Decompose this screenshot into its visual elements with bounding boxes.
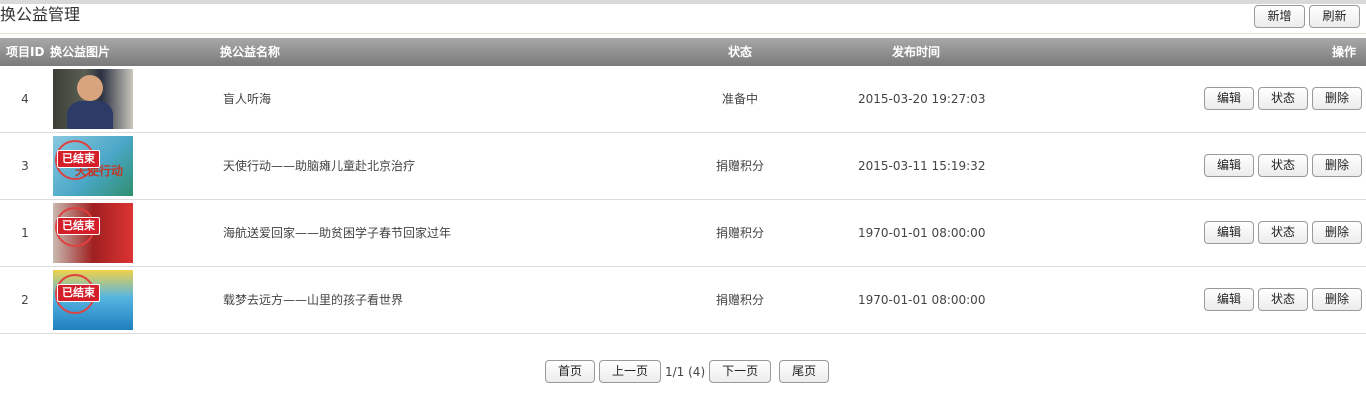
- next-page-button[interactable]: 下一页: [709, 360, 772, 383]
- col-header-time: 发布时间: [892, 45, 941, 59]
- ended-stamp: 已结束: [57, 284, 100, 302]
- edit-button[interactable]: 编辑: [1204, 221, 1254, 244]
- row-id: 2: [21, 293, 29, 307]
- ended-stamp: 已结束: [57, 217, 100, 235]
- col-header-id: 项目ID: [6, 45, 45, 59]
- status-button[interactable]: 状态: [1258, 154, 1308, 177]
- col-header-name: 换公益名称: [220, 45, 281, 59]
- page-title: 换公益管理: [0, 5, 81, 24]
- row-actions: 编辑 状态 删除: [1204, 87, 1362, 111]
- table-row: 3 天使行动 已结束 天使行动——助脑瘫儿童赴北京治疗 捐赠积分 2015-03…: [0, 133, 1366, 200]
- row-actions: 编辑 状态 删除: [1204, 221, 1362, 245]
- delete-button[interactable]: 删除: [1312, 154, 1362, 177]
- status-button[interactable]: 状态: [1258, 288, 1308, 311]
- row-id: 3: [21, 159, 29, 173]
- delete-button[interactable]: 删除: [1312, 221, 1362, 244]
- person-body: [67, 101, 113, 129]
- table-header: 项目ID 换公益图片 换公益名称 状态 发布时间 操作: [0, 38, 1366, 66]
- table-row: 2 已结束 载梦去远方——山里的孩子看世界 捐赠积分 1970-01-01 08…: [0, 267, 1366, 334]
- row-actions: 编辑 状态 删除: [1204, 154, 1362, 178]
- col-header-image: 换公益图片: [50, 45, 111, 59]
- edit-button[interactable]: 编辑: [1204, 288, 1254, 311]
- col-header-status: 状态: [728, 45, 753, 59]
- delete-button[interactable]: 删除: [1312, 288, 1362, 311]
- status-button[interactable]: 状态: [1258, 221, 1308, 244]
- last-page-button[interactable]: 尾页: [779, 360, 830, 383]
- publish-time: 1970-01-01 08:00:00: [858, 226, 986, 240]
- edit-button[interactable]: 编辑: [1204, 154, 1254, 177]
- project-status: 准备中: [721, 92, 758, 106]
- project-image[interactable]: 已结束: [53, 270, 133, 330]
- project-status: 捐赠积分: [715, 226, 764, 240]
- publish-time: 2015-03-20 19:27:03: [858, 92, 986, 106]
- project-image[interactable]: [53, 69, 133, 129]
- project-image[interactable]: 天使行动 已结束: [53, 136, 133, 196]
- prev-page-button[interactable]: 上一页: [599, 360, 661, 383]
- delete-button[interactable]: 删除: [1312, 87, 1362, 110]
- title-bar: 换公益管理 新增 刷新: [0, 4, 1366, 34]
- refresh-button[interactable]: 刷新: [1309, 5, 1360, 28]
- add-button[interactable]: 新增: [1254, 5, 1305, 28]
- project-status: 捐赠积分: [715, 293, 764, 307]
- pagination: 首页 上一页 1/1 (4) 下一页 尾页: [545, 360, 830, 383]
- project-name: 天使行动——助脑瘫儿童赴北京治疗: [223, 159, 416, 173]
- row-id: 1: [21, 226, 29, 240]
- project-status: 捐赠积分: [715, 159, 764, 173]
- publish-time: 1970-01-01 08:00:00: [858, 293, 986, 307]
- toolbar: 新增 刷新: [1254, 5, 1360, 28]
- project-name: 海航送爱回家——助贫困学子春节回家过年: [223, 226, 452, 240]
- row-id: 4: [21, 92, 29, 106]
- charity-table: 项目ID 换公益图片 换公益名称 状态 发布时间 操作 4 盲人听海 准备中 2…: [0, 38, 1366, 334]
- project-name: 载梦去远方——山里的孩子看世界: [223, 293, 404, 307]
- ended-stamp: 已结束: [57, 150, 100, 168]
- page-info: 1/1 (4): [665, 364, 706, 379]
- project-name: 盲人听海: [223, 92, 272, 106]
- person-figure: [77, 75, 103, 101]
- status-button[interactable]: 状态: [1258, 87, 1308, 110]
- row-actions: 编辑 状态 删除: [1204, 288, 1362, 312]
- edit-button[interactable]: 编辑: [1204, 87, 1254, 110]
- table-row: 4 盲人听海 准备中 2015-03-20 19:27:03 编辑 状态 删除: [0, 66, 1366, 133]
- col-header-ops: 操作: [1331, 45, 1356, 59]
- publish-time: 2015-03-11 15:19:32: [858, 159, 986, 173]
- table-row: 1 已结束 海航送爱回家——助贫困学子春节回家过年 捐赠积分 1970-01-0…: [0, 200, 1366, 267]
- project-image[interactable]: 已结束: [53, 203, 133, 263]
- first-page-button[interactable]: 首页: [545, 360, 595, 383]
